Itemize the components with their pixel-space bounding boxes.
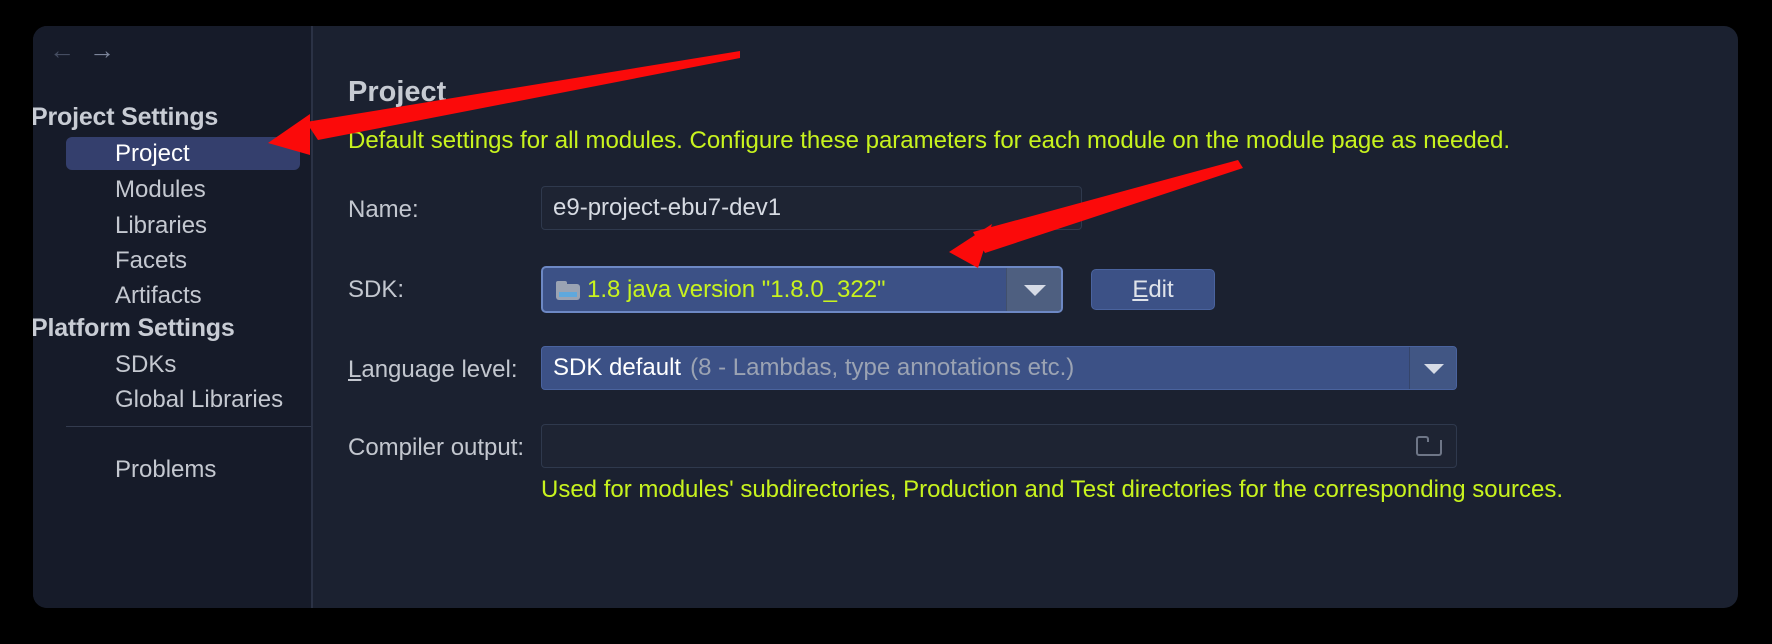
sdk-value-text: 1.8 java version "1.8.0_322"	[587, 276, 886, 303]
navigation-arrows: ← →	[43, 34, 303, 68]
folder-icon	[556, 281, 580, 300]
language-level-label-rest: anguage level:	[361, 356, 518, 383]
name-label: Name:	[348, 196, 419, 223]
main-panel: Project Default settings for all modules…	[315, 26, 1738, 608]
arrow-left-icon[interactable]: ←	[47, 37, 77, 63]
edit-button-label-rest: dit	[1148, 276, 1174, 303]
chevron-down-icon	[1024, 284, 1046, 296]
sdk-dropdown-button[interactable]	[1006, 268, 1061, 311]
sidebar: ← → Project Settings Project Modules Lib…	[33, 26, 313, 608]
folder-open-icon[interactable]	[1416, 436, 1442, 456]
compiler-output-hint: Used for modules' subdirectories, Produc…	[541, 476, 1563, 503]
language-level-value: SDK default	[553, 354, 682, 381]
name-input[interactable]: e9-project-ebu7-dev1	[541, 186, 1082, 230]
screenshot-root: ← → Project Settings Project Modules Lib…	[0, 0, 1772, 644]
arrow-right-icon[interactable]: →	[87, 37, 117, 63]
language-level-label: Language level:	[348, 356, 518, 384]
sidebar-divider	[66, 426, 311, 427]
chevron-down-icon	[1424, 364, 1444, 374]
sidebar-item-global-libraries[interactable]: Global Libraries	[66, 383, 300, 416]
project-structure-dialog: ← → Project Settings Project Modules Lib…	[33, 26, 1738, 608]
language-level-dropdown[interactable]: SDK default (8 - Lambdas, type annotation…	[541, 346, 1457, 390]
compiler-output-input[interactable]	[541, 424, 1457, 468]
sdk-value-container: 1.8 java version "1.8.0_322"	[556, 268, 886, 311]
language-level-value-container: SDK default (8 - Lambdas, type annotation…	[553, 347, 1074, 389]
sidebar-item-libraries[interactable]: Libraries	[66, 209, 300, 242]
compiler-output-label: Compiler output:	[348, 434, 525, 461]
sdk-dropdown[interactable]: 1.8 java version "1.8.0_322"	[541, 266, 1063, 313]
language-level-mnemonic: L	[348, 356, 362, 383]
sidebar-item-facets[interactable]: Facets	[66, 244, 300, 277]
language-level-dropdown-button[interactable]	[1409, 347, 1456, 389]
sidebar-group-platform-settings: Platform Settings	[33, 314, 235, 342]
language-level-hint: (8 - Lambdas, type annotations etc.)	[690, 354, 1075, 381]
sidebar-item-sdks[interactable]: SDKs	[66, 348, 300, 381]
sidebar-item-project[interactable]: Project	[66, 137, 300, 170]
page-description: Default settings for all modules. Config…	[348, 127, 1511, 154]
sdk-edit-button[interactable]: Edit	[1091, 269, 1215, 310]
sidebar-item-problems[interactable]: Problems	[66, 453, 300, 486]
sdk-label: SDK:	[348, 276, 405, 303]
sidebar-group-project-settings: Project Settings	[33, 103, 219, 131]
sidebar-item-artifacts[interactable]: Artifacts	[66, 279, 300, 312]
edit-button-mnemonic: E	[1132, 276, 1149, 303]
sidebar-item-modules[interactable]: Modules	[66, 173, 300, 206]
page-title: Project	[348, 76, 447, 108]
